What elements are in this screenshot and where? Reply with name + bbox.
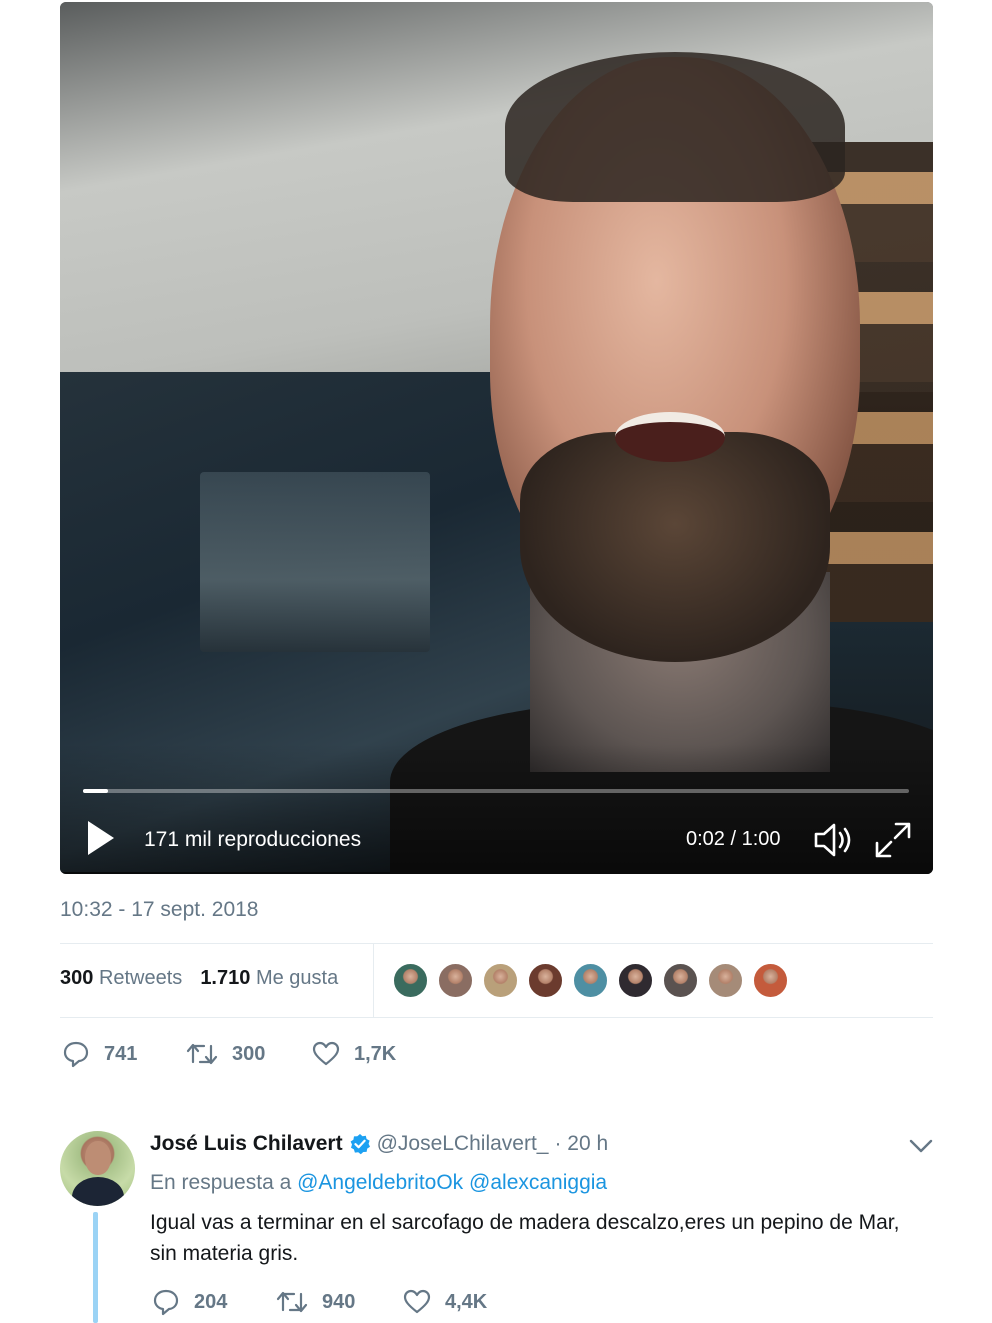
mention-link[interactable]: @AngeldebritoOk [297,1171,463,1194]
retweet-icon [276,1291,308,1313]
stats-divider [373,944,374,1017]
retweets-stat-count: 300 [60,967,94,989]
reply-action[interactable]: 741 [62,1040,137,1068]
heart-icon [403,1289,431,1314]
reply-author-name[interactable]: José Luis Chilavert [150,1132,343,1156]
volume-button[interactable] [812,820,858,860]
in-reply-prefix: En respuesta a [150,1171,292,1194]
avatar[interactable] [60,1131,135,1206]
liker-avatars [392,962,789,999]
play-button[interactable] [84,818,118,858]
liker-avatar[interactable] [482,962,519,999]
retweet-action[interactable]: 300 [186,1040,265,1068]
liker-avatar[interactable] [572,962,609,999]
retweet-count: 300 [232,1042,266,1065]
speaker-icon [814,823,851,857]
reply-action[interactable]: 204 [152,1288,227,1316]
verified-badge-icon [350,1134,370,1155]
liker-avatar[interactable] [617,962,654,999]
like-count: 1,7K [354,1042,397,1065]
more-options-button[interactable] [906,1133,936,1159]
tweet-stats: 300 Retweets 1.710 Me gusta [60,967,338,990]
likes-stat-label: Me gusta [255,967,339,989]
reply-icon [153,1289,179,1316]
play-icon [88,821,114,855]
chevron-down-icon [909,1139,933,1153]
reply-text: Igual vas a terminar en el sarcofago de … [150,1211,900,1265]
retweet-action[interactable]: 940 [276,1288,355,1316]
video-views: 171 mil reproducciones [144,828,362,851]
avatar-face [85,1141,111,1175]
fullscreen-button[interactable] [873,820,913,860]
like-action[interactable]: 4,4K [403,1288,487,1316]
reply-count: 741 [104,1042,138,1065]
reply-icon [63,1041,89,1068]
reply-count: 204 [194,1290,228,1313]
video-frame-pane [200,472,430,652]
video-progress-bar[interactable] [83,789,909,793]
liker-avatar[interactable] [662,962,699,999]
likes-stat-count: 1.710 [200,967,251,989]
video-frame-mouth [615,412,725,462]
mention-link[interactable]: @alexcaniggia [469,1171,607,1194]
liker-avatar[interactable] [527,962,564,999]
thread-line [93,1212,98,1323]
retweets-stat[interactable]: 300 Retweets [60,967,182,990]
video-controls-shade [60,744,933,874]
liker-avatar[interactable] [392,962,429,999]
liker-avatar[interactable] [752,962,789,999]
video-player[interactable] [60,2,933,874]
retweets-stat-label: Retweets [98,967,183,989]
liker-avatar[interactable] [707,962,744,999]
video-frame-beard [520,432,830,662]
video-frame-hair [505,52,845,202]
expand-icon [875,822,911,858]
video-time: 0:02 / 1:00 [686,828,781,850]
reply-time[interactable]: · 20 h [554,1132,608,1156]
likes-stat[interactable]: 1.710 Me gusta [200,967,338,990]
avatar-shoulders [72,1177,124,1206]
divider [60,1017,933,1018]
retweet-icon [186,1043,218,1065]
retweet-count: 940 [322,1290,356,1313]
in-reply-to: En respuesta a @AngeldebritoOk @alexcani… [150,1171,607,1195]
reply-header: José Luis Chilavert @JoseLChilavert_ · 2… [150,1132,608,1156]
like-count: 4,4K [445,1290,488,1313]
tweet-timestamp[interactable]: 10:32 - 17 sept. 2018 [60,898,259,922]
video-progress-fill [83,789,108,793]
liker-avatar[interactable] [437,962,474,999]
heart-icon [312,1041,340,1066]
like-action[interactable]: 1,7K [312,1040,396,1068]
reply-author-handle[interactable]: @JoseLChilavert_ [377,1132,549,1156]
divider [60,943,933,944]
